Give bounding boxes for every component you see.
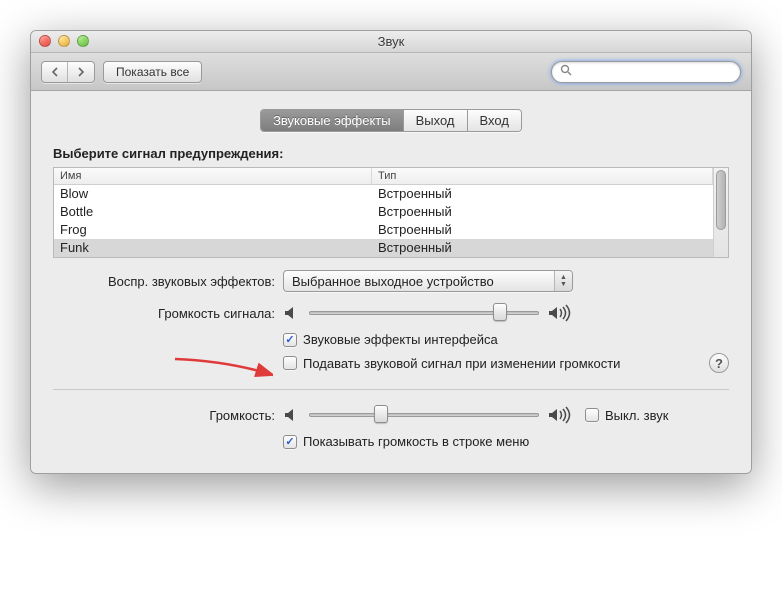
tab-output[interactable]: Выход — [404, 110, 468, 131]
slider-knob[interactable] — [493, 303, 507, 321]
chevron-right-icon — [77, 67, 85, 77]
close-button[interactable] — [39, 35, 51, 47]
show-all-label: Показать все — [116, 65, 189, 79]
scroll-thumb[interactable] — [716, 170, 726, 230]
back-button[interactable] — [42, 62, 68, 82]
search-input[interactable] — [576, 64, 735, 80]
ui-sounds-checkbox[interactable] — [283, 333, 297, 347]
forward-button[interactable] — [68, 62, 94, 82]
table-row[interactable]: Blow Встроенный — [54, 185, 713, 203]
speaker-low-icon — [283, 304, 301, 322]
tabs: Звуковые эффекты Выход Вход — [53, 109, 729, 132]
speaker-high-icon — [547, 406, 573, 424]
table-row[interactable]: Bottle Встроенный — [54, 203, 713, 221]
speaker-low-icon — [283, 406, 301, 424]
tab-input[interactable]: Вход — [468, 110, 521, 131]
annotation-arrow-icon — [173, 355, 273, 385]
divider — [53, 389, 729, 390]
scrollbar[interactable] — [713, 168, 728, 257]
playthrough-popup[interactable]: Выбранное выходное устройство ▲▼ — [283, 270, 573, 292]
speaker-high-icon — [547, 304, 573, 322]
column-header-type[interactable]: Тип — [372, 168, 713, 184]
help-button[interactable]: ? — [709, 353, 729, 373]
volume-feedback-checkbox[interactable] — [283, 356, 297, 370]
zoom-button[interactable] — [77, 35, 89, 47]
traffic-lights — [39, 35, 89, 47]
playthrough-label: Воспр. звуковых эффектов: — [53, 274, 283, 289]
minimize-button[interactable] — [58, 35, 70, 47]
ui-sounds-label: Звуковые эффекты интерфейса — [303, 332, 498, 347]
alert-volume-slider[interactable] — [309, 306, 539, 320]
alert-volume-label: Громкость сигнала: — [53, 306, 283, 321]
mute-label: Выкл. звук — [605, 408, 668, 423]
window-title: Звук — [378, 34, 405, 49]
table-row[interactable]: Frog Встроенный — [54, 221, 713, 239]
tab-sound-effects[interactable]: Звуковые эффекты — [261, 110, 404, 131]
updown-arrows-icon: ▲▼ — [554, 271, 572, 291]
titlebar[interactable]: Звук — [31, 31, 751, 53]
show-in-menubar-checkbox[interactable] — [283, 435, 297, 449]
search-field[interactable] — [551, 61, 741, 83]
nav-back-forward — [41, 61, 95, 83]
chevron-left-icon — [51, 67, 59, 77]
playthrough-value: Выбранное выходное устройство — [292, 274, 494, 289]
slider-knob[interactable] — [374, 405, 388, 423]
list-header: Имя Тип — [54, 168, 713, 185]
alert-sounds-list[interactable]: Имя Тип Blow Встроенный Bottle Встроенны… — [53, 167, 729, 258]
search-icon — [560, 64, 572, 79]
show-in-menubar-label: Показывать громкость в строке меню — [303, 434, 529, 449]
output-volume-label: Громкость: — [53, 408, 283, 423]
volume-feedback-label: Подавать звуковой сигнал при изменении г… — [303, 356, 620, 371]
mute-checkbox[interactable] — [585, 408, 599, 422]
output-volume-slider[interactable] — [309, 408, 539, 422]
content: Звуковые эффекты Выход Вход Выберите сиг… — [31, 91, 751, 473]
alert-sound-heading: Выберите сигнал предупреждения: — [53, 146, 729, 161]
column-header-name[interactable]: Имя — [54, 168, 372, 184]
show-all-button[interactable]: Показать все — [103, 61, 202, 83]
table-row[interactable]: Funk Встроенный — [54, 239, 713, 257]
sound-preferences-window: Звук Показать все Звуковые эффекты Выход — [30, 30, 752, 474]
toolbar: Показать все — [31, 53, 751, 91]
